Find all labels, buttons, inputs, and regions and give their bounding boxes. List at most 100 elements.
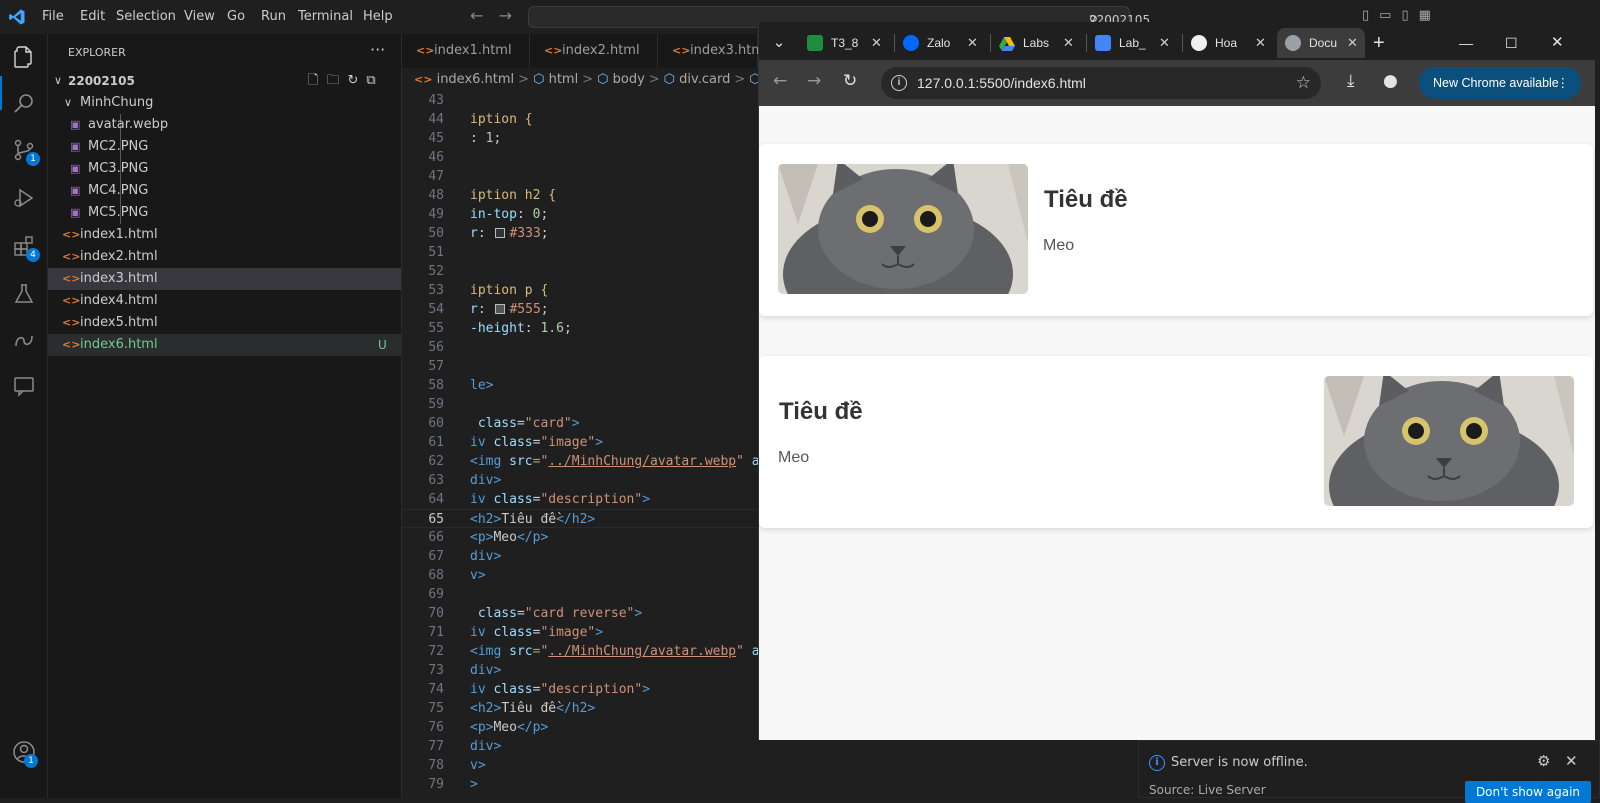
code-line: 73 div> [402, 661, 758, 680]
chat-icon[interactable] [12, 374, 36, 398]
new-folder-icon[interactable]: 🗀 [326, 73, 347, 88]
html-file-icon: <> [416, 44, 435, 57]
site-info-icon[interactable]: i [891, 75, 907, 91]
address-bar[interactable]: i 127.0.0.1:5500/index6.html ☆ [881, 67, 1321, 99]
close-icon[interactable]: ✕ [1565, 752, 1578, 770]
new-file-icon[interactable]: 🗋 [308, 73, 326, 88]
code-line: 66 <p>Meo</p> [402, 528, 758, 547]
run-debug-icon[interactable] [12, 186, 36, 210]
more-actions-icon[interactable]: ··· [370, 40, 385, 59]
line-number: 67 [428, 549, 444, 564]
breadcrumb-html[interactable]: html [549, 72, 579, 87]
tab-search-icon[interactable]: ⌄ [767, 28, 791, 58]
color-swatch-icon[interactable] [495, 228, 506, 238]
line-number: 54 [428, 302, 444, 317]
tab-index1[interactable]: <> index1.html [402, 34, 530, 68]
back-arrow-icon[interactable]: ← [773, 71, 787, 91]
file-mc2[interactable]: ▣ MC2.PNG [48, 136, 401, 158]
close-tab-icon[interactable]: ✕ [1159, 28, 1170, 58]
menu-run[interactable]: Run [261, 9, 286, 24]
accounts-badge: 1 [24, 754, 38, 768]
toggle-sidebar-icon[interactable]: ▯ [1362, 8, 1379, 23]
kebab-menu-icon[interactable]: ⋮ [1557, 67, 1570, 99]
line-number: 53 [428, 283, 444, 298]
tab-index3[interactable]: <> index3.html [658, 34, 768, 68]
code-line-current: 65 <h2>Tiêu đề</h2> [402, 509, 758, 528]
folder-minhchung[interactable]: ∨ MinhChung [48, 92, 401, 114]
accounts-icon[interactable]: 1 [12, 740, 38, 768]
dont-show-again-button[interactable]: Don't show again [1465, 781, 1591, 803]
image-file-icon: ▣ [70, 206, 81, 219]
code-line: 62 <img src="../MinhChung/avatar.webp" al [402, 452, 767, 471]
code-text: iv class="image"> [470, 435, 604, 450]
testing-icon[interactable] [12, 282, 36, 306]
file-index3[interactable]: <> index3.html [48, 268, 401, 290]
new-tab-icon[interactable]: + [1373, 28, 1385, 58]
file-index2[interactable]: <> index2.html [48, 246, 401, 268]
menu-file[interactable]: File [42, 9, 64, 24]
chrome-tab-sheets[interactable]: T3_8 ✕ [807, 28, 889, 58]
extensions-icon[interactable]: 4 [12, 234, 40, 262]
cat-image [778, 164, 1028, 294]
chevron-right-icon: > [734, 72, 746, 87]
search-icon[interactable] [12, 92, 36, 116]
remote-explorer-icon[interactable] [12, 328, 36, 352]
chrome-tab-drive[interactable]: Labs ✕ [999, 28, 1081, 58]
reload-icon[interactable]: ↻ [843, 71, 857, 91]
close-tab-icon[interactable]: ✕ [1255, 28, 1266, 58]
explorer-actions: 🗋🗀↻⧉ [308, 70, 384, 92]
chrome-tab-docs[interactable]: Lab_ ✕ [1095, 28, 1177, 58]
profile-icon[interactable]: ● [1383, 71, 1398, 91]
forward-arrow-icon[interactable]: → [807, 71, 821, 91]
close-window-icon[interactable]: ✕ [1551, 28, 1564, 58]
breadcrumb-file[interactable]: index6.html [437, 72, 515, 87]
menu-terminal[interactable]: Terminal [298, 9, 353, 24]
file-mc4[interactable]: ▣ MC4.PNG [48, 180, 401, 202]
menu-go[interactable]: Go [227, 9, 245, 24]
update-chrome-label: New Chrome available [1433, 76, 1559, 90]
close-tab-icon[interactable]: ✕ [967, 28, 978, 58]
project-folder[interactable]: ∨ 22002105 🗋🗀↻⧉ [48, 70, 401, 92]
color-swatch-icon[interactable] [495, 304, 506, 314]
file-index4[interactable]: <> index4.html [48, 290, 401, 312]
bookmark-star-icon[interactable]: ☆ [1296, 67, 1311, 99]
file-mc5[interactable]: ▣ MC5.PNG [48, 202, 401, 224]
toggle-panel-icon[interactable]: ▭ [1379, 8, 1401, 23]
download-icon[interactable]: ⤓ [1347, 71, 1355, 91]
tab-index2[interactable]: <> index2.html [530, 34, 658, 68]
close-tab-icon[interactable]: ✕ [1347, 28, 1358, 58]
source-control-icon[interactable]: 1 [12, 138, 40, 166]
code-text: iv class="description"> [470, 682, 651, 697]
file-index6[interactable]: <> index6.html U [48, 334, 401, 356]
update-chrome-button[interactable]: New Chrome available ⋮ [1419, 67, 1581, 99]
minimize-icon[interactable]: — [1459, 28, 1473, 58]
back-arrow-icon[interactable]: ← [470, 6, 483, 25]
breadcrumb-div-card[interactable]: div.card [679, 72, 730, 87]
gear-icon[interactable]: ⚙ [1537, 752, 1550, 770]
maximize-icon[interactable]: ☐ [1505, 28, 1518, 58]
file-index5[interactable]: <> index5.html [48, 312, 401, 334]
menu-edit[interactable]: Edit [80, 9, 105, 24]
explorer-icon[interactable] [12, 45, 36, 69]
file-mc3[interactable]: ▣ MC3.PNG [48, 158, 401, 180]
toggle-secondary-sidebar-icon[interactable]: ▯ [1401, 8, 1418, 23]
code-line: 58 le> [402, 376, 758, 395]
collapse-all-icon[interactable]: ⧉ [366, 73, 383, 88]
code-text: r: #333; [470, 226, 549, 241]
customize-layout-icon[interactable]: ▦ [1419, 8, 1441, 23]
chrome-tab-document-active[interactable]: Docu ✕ [1277, 28, 1365, 58]
menu-help[interactable]: Help [363, 9, 393, 24]
menu-selection[interactable]: Selection [116, 9, 176, 24]
file-avatar-webp[interactable]: ▣ avatar.webp [48, 114, 401, 136]
forward-arrow-icon[interactable]: → [499, 6, 512, 25]
notification-toast: i Server is now offline. ⚙ ✕ Source: Liv… [1138, 740, 1600, 803]
extensions-badge: 4 [26, 248, 40, 262]
file-index1[interactable]: <> index1.html [48, 224, 401, 246]
breadcrumb-body[interactable]: body [613, 72, 645, 87]
close-tab-icon[interactable]: ✕ [1063, 28, 1074, 58]
close-tab-icon[interactable]: ✕ [871, 28, 882, 58]
chrome-tab-zalo[interactable]: Zalo ✕ [903, 28, 985, 58]
menu-view[interactable]: View [184, 9, 215, 24]
refresh-icon[interactable]: ↻ [347, 73, 366, 88]
chrome-tab-github[interactable]: Hoa ✕ [1191, 28, 1273, 58]
